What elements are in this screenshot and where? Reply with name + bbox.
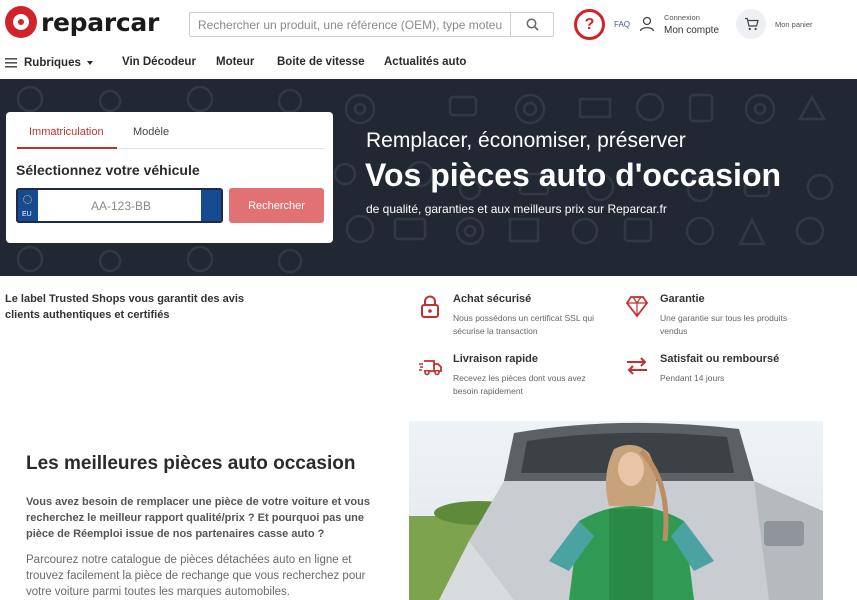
cart-link[interactable]: Mon panier (736, 9, 813, 39)
faq-label: FAQ (614, 20, 631, 29)
main-nav: Rubriques Vin Décodeur Moteur Boite de v… (0, 48, 857, 78)
nav-item-boite-de-vitesse[interactable]: Boite de vitesse (277, 56, 365, 68)
content-lead: Vous avez besoin de remplacer une pièce … (26, 496, 370, 540)
hero-subtitle: Remplacer, économiser, préserver (366, 129, 686, 152)
hero-banner: Immatriculation Modèle Sélectionnez votr… (0, 79, 857, 276)
faq-link[interactable]: ? FAQ (574, 9, 630, 40)
logo-badge-icon (5, 6, 37, 38)
vehicle-tabs: Immatriculation Modèle (17, 112, 324, 149)
delivery-truck-icon (419, 360, 442, 376)
site-header: reparcar ? FAQ Connexion Mon compte (0, 0, 857, 48)
license-plate-input[interactable] (40, 190, 202, 221)
search-vehicle-button[interactable]: Rechercher (229, 188, 324, 223)
active-tab-indicator (17, 147, 117, 149)
plate-side-band (201, 190, 221, 221)
eu-flag-icon: EU (18, 190, 38, 221)
mechanic-car-photo (409, 421, 823, 600)
feature-desc: Pendant 14 jours (660, 373, 725, 383)
user-icon (639, 16, 655, 32)
site-logo[interactable]: reparcar (5, 6, 159, 38)
nav-rubriques-label: Rubriques (24, 57, 81, 69)
search-button[interactable] (510, 13, 553, 36)
search-icon (526, 18, 539, 31)
exchange-arrows-icon (627, 357, 647, 375)
feature-title: Achat sécurisé (453, 293, 532, 305)
nav-item-moteur[interactable]: Moteur (216, 56, 254, 68)
feature-title: Garantie (660, 293, 705, 305)
account-link[interactable]: Connexion Mon compte (639, 11, 719, 37)
nav-item-vin-decodeur[interactable]: Vin Décodeur (122, 56, 196, 68)
logo-text: reparcar (41, 7, 159, 37)
hero-title: Vos pièces auto d'occasion (365, 157, 782, 193)
plate-country-code: EU (22, 211, 32, 218)
help-icon: ? (574, 9, 605, 40)
feature-title: Livraison rapide (453, 353, 538, 365)
content-body: Parcourez notre catalogue de pièces déta… (26, 554, 366, 598)
menu-icon (5, 58, 17, 68)
trusted-shops-text: Le label Trusted Shops vous garantit des… (5, 293, 245, 321)
feature-desc: Une garantie sur tous les produits vendu… (660, 313, 788, 336)
chevron-down-icon (86, 61, 93, 65)
cart-icon (744, 17, 759, 31)
vehicle-search-card: Immatriculation Modèle Sélectionnez votr… (6, 112, 333, 243)
tab-immatriculation[interactable]: Immatriculation (29, 126, 104, 138)
feature-title: Satisfait ou remboursé (660, 353, 780, 365)
account-login-label: Connexion (664, 13, 700, 22)
feature-desc: Nous possédons un certificat SSL qui séc… (453, 313, 594, 336)
license-plate-field: EU (16, 188, 223, 223)
lock-icon (421, 295, 439, 318)
cart-label: Mon panier (775, 19, 813, 29)
nav-rubriques-menu[interactable]: Rubriques (5, 57, 93, 69)
account-label: Mon compte (664, 25, 720, 36)
feature-desc: Recevez les pièces dont vous avez besoin… (453, 373, 586, 396)
search-input[interactable] (190, 13, 510, 36)
content-title: Les meilleures pièces auto occasion (26, 453, 356, 474)
nav-item-actualites-auto[interactable]: Actualités auto (384, 56, 466, 68)
search-bar (189, 12, 554, 37)
diamond-icon (625, 296, 649, 318)
vehicle-search-title: Sélectionnez votre véhicule (16, 162, 200, 178)
tab-modele[interactable]: Modèle (133, 126, 169, 138)
hero-description: de qualité, garanties et aux meilleurs p… (366, 202, 667, 216)
